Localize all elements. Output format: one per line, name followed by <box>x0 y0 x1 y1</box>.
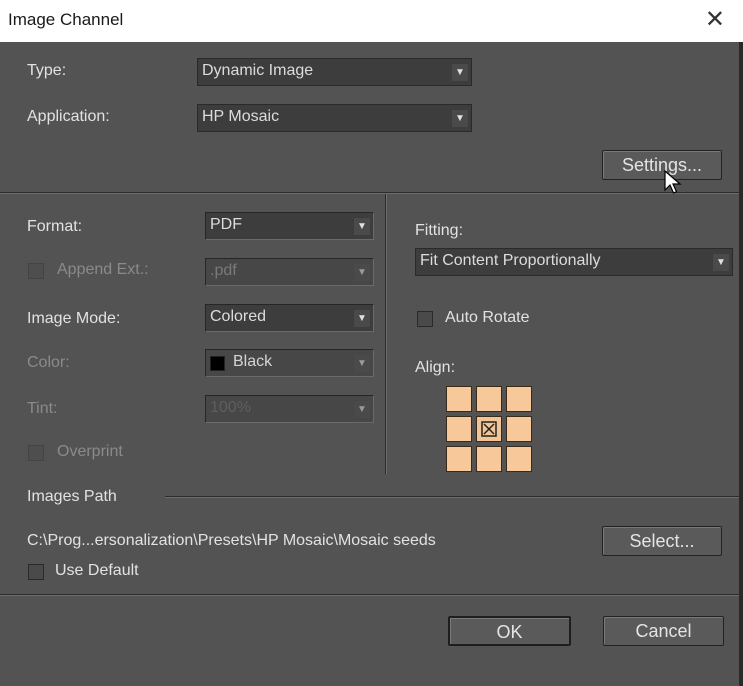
tint-dropdown[interactable]: 100% ▼ <box>205 395 374 423</box>
overprint-checkbox[interactable] <box>28 445 44 461</box>
fitting-dropdown[interactable]: Fit Content Proportionally ▼ <box>415 248 733 276</box>
align-bottom-right[interactable] <box>506 446 532 472</box>
chevron-down-icon: ▼ <box>452 64 468 81</box>
title-bar: Image Channel ✕ <box>0 0 743 42</box>
settings-button[interactable]: Settings... <box>602 150 722 180</box>
align-top-left[interactable] <box>446 386 472 412</box>
select-button[interactable]: Select... <box>602 526 722 556</box>
cancel-button[interactable]: Cancel <box>603 616 724 646</box>
image-mode-dropdown[interactable]: Colored ▼ <box>205 304 374 332</box>
column-divider <box>385 194 386 474</box>
chevron-down-icon: ▼ <box>452 110 468 127</box>
color-swatch <box>210 356 225 371</box>
chevron-down-icon: ▼ <box>354 355 370 372</box>
application-dropdown[interactable]: HP Mosaic ▼ <box>197 104 472 132</box>
application-value: HP Mosaic <box>202 108 280 125</box>
color-label: Color: <box>27 354 70 371</box>
auto-rotate-checkbox[interactable] <box>417 311 433 327</box>
align-center[interactable] <box>476 416 502 442</box>
format-label: Format: <box>27 218 83 235</box>
type-value: Dynamic Image <box>202 62 314 79</box>
align-top-right[interactable] <box>506 386 532 412</box>
type-dropdown[interactable]: Dynamic Image ▼ <box>197 58 472 86</box>
image-mode-value: Colored <box>210 308 267 325</box>
align-bottom-center[interactable] <box>476 446 502 472</box>
chevron-down-icon: ▼ <box>354 401 370 418</box>
ok-button[interactable]: OK <box>448 616 571 646</box>
align-label: Align: <box>415 359 456 376</box>
append-ext-dropdown[interactable]: .pdf ▼ <box>205 258 374 286</box>
align-middle-right[interactable] <box>506 416 532 442</box>
append-ext-label: Append Ext.: <box>57 261 149 278</box>
fitting-label: Fitting: <box>415 222 464 239</box>
window-edge <box>739 42 743 686</box>
images-path-label: Images Path <box>27 488 117 505</box>
center-x-icon <box>481 421 497 437</box>
align-top-center[interactable] <box>476 386 502 412</box>
format-value: PDF <box>210 216 242 233</box>
append-ext-checkbox[interactable] <box>28 263 44 279</box>
type-label: Type: <box>27 62 67 79</box>
chevron-down-icon: ▼ <box>354 264 370 281</box>
align-bottom-left[interactable] <box>446 446 472 472</box>
fitting-value: Fit Content Proportionally <box>420 252 601 269</box>
format-dropdown[interactable]: PDF ▼ <box>205 212 374 240</box>
align-grid <box>446 386 538 478</box>
section-divider <box>0 192 739 193</box>
tint-value: 100% <box>210 399 251 416</box>
chevron-down-icon: ▼ <box>713 254 729 271</box>
use-default-checkbox[interactable] <box>28 564 44 580</box>
footer-divider <box>0 594 739 595</box>
use-default-label: Use Default <box>55 562 139 579</box>
tint-label: Tint: <box>27 400 58 417</box>
close-icon[interactable]: ✕ <box>705 6 725 34</box>
color-dropdown[interactable]: Black ▼ <box>205 349 374 377</box>
color-value: Black <box>233 353 273 370</box>
application-label: Application: <box>27 108 110 125</box>
mouse-pointer-icon <box>664 170 682 194</box>
chevron-down-icon: ▼ <box>354 218 370 235</box>
images-path-value: C:\Prog...ersonalization\Presets\HP Mosa… <box>27 532 436 549</box>
auto-rotate-label: Auto Rotate <box>445 309 530 326</box>
images-path-divider <box>165 496 739 497</box>
window-title: Image Channel <box>8 10 124 29</box>
image-mode-label: Image Mode: <box>27 310 121 327</box>
append-ext-value: .pdf <box>210 262 237 279</box>
chevron-down-icon: ▼ <box>354 310 370 327</box>
overprint-label: Overprint <box>57 443 123 460</box>
align-middle-left[interactable] <box>446 416 472 442</box>
